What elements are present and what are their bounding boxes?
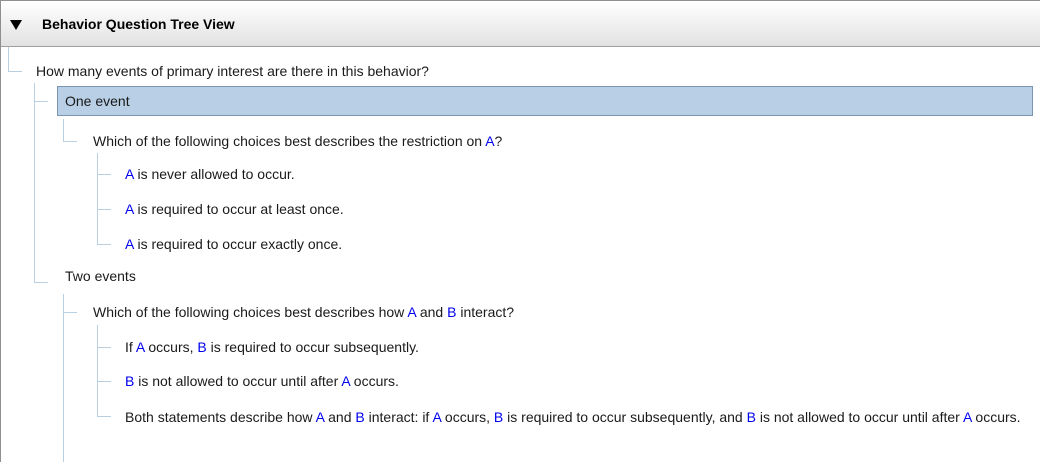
selection-highlight [57,86,1033,116]
node-text: How many events of primary interest are … [36,63,429,79]
tree-connector [97,325,98,416]
tree-connector [97,209,111,210]
tree-connector [97,347,111,348]
node-text: is required to occur at least once. [133,201,344,217]
tree-connector [97,381,111,382]
tree-node-one-event[interactable]: One event [65,92,130,110]
tree-node-two-events[interactable]: Two events [65,267,136,285]
node-text: Two events [65,268,136,284]
variable-a: A [125,236,134,252]
variable-b: B [125,373,135,389]
variable-a: A [125,166,134,182]
tree-node-two-events-question[interactable]: Which of the following choices best desc… [93,303,514,321]
node-text: One event [65,93,130,109]
node-text: is never allowed to occur. [133,166,295,182]
variable-a: A [407,304,416,320]
node-text: is required to occur subsequently, and [503,409,747,425]
node-text: occurs, [441,409,494,425]
tree-connector [8,71,22,72]
variable-a: A [485,133,495,149]
node-text: Both statements describe how [125,409,316,425]
panel-title: Behavior Question Tree View [42,16,235,32]
node-text: occurs, [144,339,198,355]
panel-header[interactable]: Behavior Question Tree View [1,1,1040,47]
tree-node-one-event-question[interactable]: Which of the following choices best desc… [93,132,502,150]
node-text: is required to occur exactly once. [133,236,343,252]
tree-connector [63,141,77,142]
node-text: occurs. [971,409,1021,425]
tree-connector [97,153,98,245]
triangle-down-icon[interactable] [10,20,22,30]
variable-a: A [341,373,350,389]
variable-b: B [746,409,756,425]
tree-node-answer-b-after-a[interactable]: B is not allowed to occur until after A … [125,372,399,390]
variable-a: A [962,409,972,425]
variable-b: B [355,409,365,425]
tree-connector [63,119,64,141]
node-text: Which of the following choices best desc… [93,133,486,149]
node-text: If [125,339,136,355]
node-text: is not allowed to occur until after [134,373,342,389]
node-text: interact: if [364,409,433,425]
tree-connector [97,416,111,417]
tree-connector [34,101,48,102]
tree-connector [63,294,64,462]
tree-connector [97,244,111,245]
tree-connector [63,312,77,313]
variable-a: A [315,409,325,425]
tree-connector [34,83,35,283]
tree-panel: Behavior Question Tree View How many eve… [0,0,1040,462]
variable-b: B [493,409,504,425]
variable-a: A [125,201,134,217]
tree-node-answer-if-a-then-b[interactable]: If A occurs, B is required to occur subs… [125,338,419,356]
node-text: Which of the following choices best desc… [93,304,408,320]
tree-node-answer-both[interactable]: Both statements describe how A and B int… [125,407,1040,427]
tree-node-answer-never[interactable]: A is never allowed to occur. [125,165,295,183]
tree-connector [34,282,48,283]
variable-a: A [432,409,442,425]
node-text: ? [494,133,503,149]
node-text: interact? [456,304,515,320]
node-text: and [324,409,356,425]
node-text: is not allowed to occur until after [755,409,963,425]
node-text: and [415,304,448,320]
tree-connector [8,47,9,71]
node-text: occurs. [349,373,399,389]
tree-node-answer-exactly-once[interactable]: A is required to occur exactly once. [125,235,342,253]
node-text: is required to occur subsequently. [206,339,419,355]
tree-node-root-question[interactable]: How many events of primary interest are … [36,62,429,80]
tree-connector [97,174,111,175]
tree-node-answer-at-least-once[interactable]: A is required to occur at least once. [125,200,344,218]
variable-b: B [197,339,207,355]
